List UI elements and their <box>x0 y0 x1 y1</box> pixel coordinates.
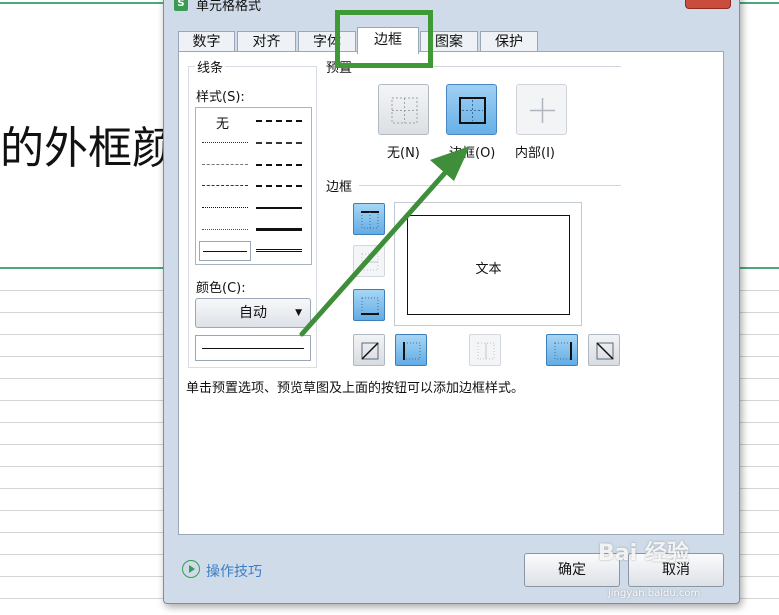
line-style-option[interactable] <box>202 207 248 208</box>
preset-inside-label: 内部(I) <box>515 146 555 161</box>
app-logo-icon: S <box>174 0 188 11</box>
format-cells-dialog: S 单元格格式 数字 对齐 字体 边框 图案 保护 线条 样式(S): 无 颜色… <box>163 0 740 604</box>
line-style-option[interactable] <box>256 164 302 166</box>
border-top-icon <box>361 211 379 229</box>
watermark-logo: Bai 经验 <box>598 541 689 566</box>
tab-alignment[interactable]: 对齐 <box>237 31 296 53</box>
border-right-icon <box>554 342 572 360</box>
border-inner-vertical-button[interactable] <box>469 334 501 366</box>
border-top-button[interactable] <box>353 203 385 235</box>
line-style-option[interactable] <box>256 249 302 252</box>
tab-pattern[interactable]: 图案 <box>420 31 478 53</box>
line-style-option[interactable] <box>256 120 302 122</box>
line-style-selected[interactable] <box>199 241 251 261</box>
line-style-option[interactable] <box>256 228 302 231</box>
preset-group-title: 预置 <box>324 57 355 76</box>
border-inner-horizontal-button[interactable] <box>353 245 385 277</box>
dialog-titlebar[interactable]: S 单元格格式 <box>164 0 739 15</box>
border-group-title: 边框 <box>324 176 355 195</box>
line-style-label: 样式(S): <box>194 86 247 105</box>
preset-outline-icon <box>459 97 486 124</box>
watermark-url: jingyan.baidu.com <box>608 588 701 599</box>
line-style-option[interactable] <box>202 164 248 165</box>
preset-outline-button[interactable] <box>446 84 497 135</box>
border-diagonal-up-button[interactable] <box>353 334 385 366</box>
border-left-icon <box>403 342 421 360</box>
line-style-preview <box>195 335 311 361</box>
line-style-option[interactable] <box>256 207 302 209</box>
diagonal-up-icon <box>361 342 379 360</box>
border-bottom-button[interactable] <box>353 289 385 321</box>
line-style-option[interactable] <box>256 185 302 187</box>
preset-outline-label: 边框(O) <box>449 146 496 161</box>
tips-link[interactable]: 操作技巧 <box>206 561 262 581</box>
preset-none-button[interactable] <box>378 84 429 135</box>
border-preview-box[interactable]: 文本 <box>407 215 570 315</box>
tab-border[interactable]: 边框 <box>357 27 419 54</box>
border-preview-area[interactable]: 文本 <box>394 202 582 326</box>
dialog-title: 单元格格式 <box>196 0 262 14</box>
preset-group-rule <box>359 66 621 67</box>
preset-none-label: 无(N) <box>387 146 420 161</box>
border-inner-vertical-icon <box>477 342 495 360</box>
border-right-button[interactable] <box>546 334 578 366</box>
border-tab-panel: 线条 样式(S): 无 颜色(C): 自动 ▼ 预置 无(N) 边框(O) 内部… <box>178 51 724 535</box>
border-bottom-icon <box>361 297 379 315</box>
border-left-button[interactable] <box>395 334 427 366</box>
line-style-list[interactable]: 无 <box>195 107 312 265</box>
line-color-dropdown[interactable]: 自动 ▼ <box>195 298 311 328</box>
tab-number[interactable]: 数字 <box>178 31 235 53</box>
caret-down-icon: ▼ <box>295 308 302 318</box>
line-style-option[interactable] <box>202 185 248 186</box>
diagonal-down-icon <box>596 342 614 360</box>
border-diagonal-down-button[interactable] <box>588 334 620 366</box>
preset-inside-icon <box>530 98 555 123</box>
doc-text: 的外框颜 <box>0 123 176 174</box>
line-color-value: 自动 <box>239 305 267 321</box>
border-inner-horizontal-icon <box>361 253 379 271</box>
line-style-none[interactable]: 无 <box>216 113 229 132</box>
tab-protection[interactable]: 保护 <box>480 31 538 53</box>
line-group-title: 线条 <box>195 57 226 76</box>
hint-text: 单击预置选项、预览草图及上面的按钮可以添加边框样式。 <box>186 381 525 396</box>
tab-font[interactable]: 字体 <box>298 31 356 53</box>
line-style-option[interactable] <box>256 142 302 144</box>
line-style-option[interactable] <box>202 142 248 143</box>
play-circle-icon[interactable] <box>182 560 200 578</box>
preset-none-icon <box>391 97 418 124</box>
line-style-option[interactable] <box>202 229 248 230</box>
close-button[interactable] <box>685 0 731 9</box>
screen: 的外框颜 S 单元格格式 数字 对齐 字体 边框 图案 保护 线条 样式(S):… <box>0 0 779 615</box>
border-preview-text: 文本 <box>475 262 502 277</box>
border-group-rule <box>359 185 621 186</box>
preset-inside-button[interactable] <box>516 84 567 135</box>
line-color-label: 颜色(C): <box>194 277 248 296</box>
